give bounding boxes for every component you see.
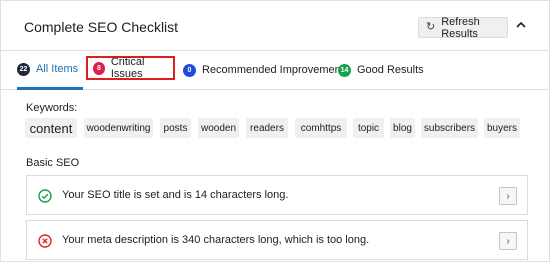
basic-seo-heading: Basic SEO	[26, 157, 80, 169]
tab-label: Good Results	[357, 64, 424, 76]
keyword-chip: content	[25, 118, 77, 138]
refresh-results-button[interactable]: ↻ Refresh Results	[418, 15, 508, 40]
tab-count-badge: 8	[93, 61, 105, 75]
keyword-chip: readers	[246, 118, 288, 138]
tab-count-badge: 0	[183, 63, 196, 77]
keyword-chip: topic	[353, 118, 384, 138]
check-circle-icon	[38, 189, 52, 203]
keyword-chip: buyers	[484, 118, 520, 138]
checklist-item[interactable]: Your meta description is 340 characters …	[26, 220, 528, 260]
tab-label: Critical Issues	[110, 56, 145, 80]
tab-count-badge: 22	[17, 62, 30, 76]
refresh-results-label: Refresh Results	[441, 15, 480, 40]
seo-checklist-panel: Complete SEO Checklist ↻ Refresh Results…	[0, 0, 550, 262]
keyword-chip: wooden	[198, 118, 239, 138]
tab-label: Recommended Improvements	[202, 64, 350, 76]
refresh-icon: ↻	[426, 21, 436, 33]
checklist-item-text: Your SEO title is set and is 14 characte…	[62, 189, 289, 201]
keyword-chip: posts	[160, 118, 191, 138]
x-circle-icon	[38, 234, 52, 248]
expand-button[interactable]: ›	[499, 187, 517, 205]
tab-critical-issues[interactable]: 8 Critical Issues	[86, 56, 175, 80]
tab-good-results[interactable]: 14 Good Results	[338, 51, 424, 89]
keyword-chip: woodenwriting	[84, 118, 153, 138]
keywords-label: Keywords:	[26, 102, 78, 114]
panel-header: Complete SEO Checklist ↻ Refresh Results	[1, 1, 549, 51]
tab-count-badge: 14	[338, 63, 351, 77]
keyword-chip: subscribers	[421, 118, 478, 138]
keyword-chip: blog	[390, 118, 415, 138]
checklist-item-text: Your meta description is 340 characters …	[62, 234, 370, 246]
chevron-up-icon[interactable]	[515, 19, 527, 31]
checklist-tabs: 22 All Items 8 Critical Issues 0 Recomme…	[1, 51, 549, 90]
tab-label: All Items	[36, 63, 79, 75]
tab-recommended-improvements[interactable]: 0 Recommended Improvements	[183, 51, 349, 89]
keyword-chip: comhttps	[295, 118, 347, 138]
tab-all-items[interactable]: 22 All Items	[17, 51, 83, 90]
expand-button[interactable]: ›	[499, 232, 517, 250]
panel-title: Complete SEO Checklist	[24, 19, 179, 35]
checklist-item[interactable]: Your SEO title is set and is 14 characte…	[26, 175, 528, 215]
